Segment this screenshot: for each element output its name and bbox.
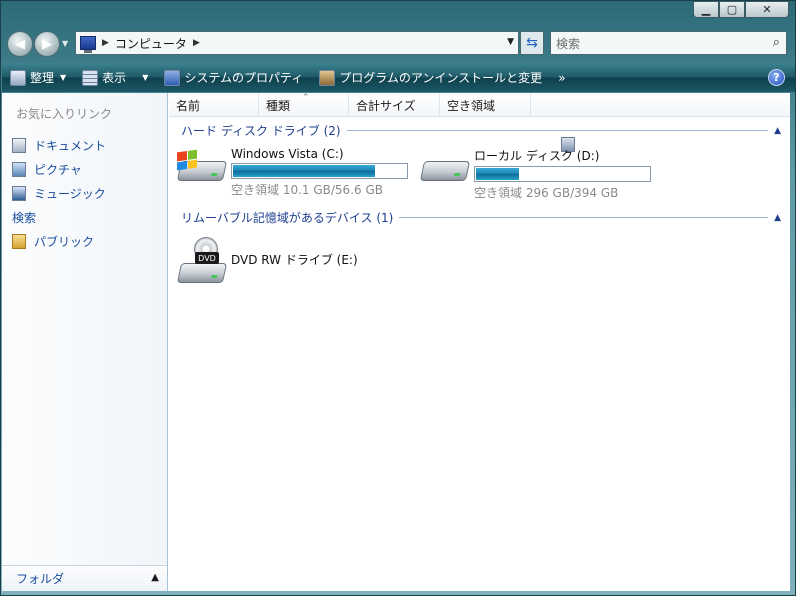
nav-item-label: 検索 [12, 210, 37, 225]
drive-usage-fill [233, 165, 375, 177]
help-button[interactable]: ? [768, 69, 785, 86]
chevron-up-icon[interactable]: ▲ [774, 126, 781, 136]
organize-label: 整理 [30, 71, 55, 85]
file-list-pane: 名前 種類 ⌃ 合計サイズ 空き領域 ハード ディスク ドライブ (2) ▲ W… [169, 93, 790, 591]
music-icon [12, 185, 26, 201]
drive-d[interactable]: ローカル ディスク (D:) 空き領域 296 GB/394 GB [419, 147, 651, 201]
dvd-label: DVD [195, 252, 219, 264]
nav-item-label: ドキュメント [34, 138, 107, 153]
documents-icon [12, 137, 26, 153]
views-button[interactable]: 表示 ▼ [74, 63, 156, 92]
drive-usage-bar [474, 166, 651, 182]
recent-pages-dropdown[interactable]: ▼ [62, 39, 71, 48]
close-button[interactable]: ✕ [745, 1, 789, 18]
chevron-up-icon[interactable]: ▲ [774, 213, 781, 223]
computer-icon [80, 36, 96, 53]
chevron-down-icon[interactable]: ▼ [507, 37, 514, 47]
group-title: リムーバブル記憶域があるデバイス (1) [181, 211, 394, 225]
chevron-right-icon[interactable]: ▶ [102, 38, 109, 48]
group-divider [346, 130, 769, 131]
sort-arrow-icon: ⌃ [302, 93, 310, 103]
help-icon: ? [773, 71, 780, 84]
drive-c[interactable]: Windows Vista (C:) 空き領域 10.1 GB/56.6 GB [176, 147, 408, 198]
content-area: お気に入りリンク ドキュメント ピクチャ ミュージック 検索 パブリック フォル… [2, 93, 790, 591]
hard-disk-icon [419, 147, 471, 183]
drive-free-space: 空き領域 296 GB/394 GB [474, 186, 619, 200]
drive-usage-fill [476, 168, 520, 180]
back-button[interactable]: ◀ [7, 31, 33, 57]
dvd-drive-icon: DVD [176, 237, 228, 285]
search-input[interactable]: 検索 ⌕ [550, 31, 787, 55]
column-header-total-size[interactable]: 合計サイズ [349, 93, 440, 117]
explorer-window: ▁ ▢ ✕ ◀ ▶ ▼ ▶ コンピュータ ▶ ▼ ⇆ 検索 ⌕ 整理 ▼ 表示 … [0, 0, 796, 596]
nav-item-music[interactable]: ミュージック [12, 181, 106, 205]
forward-arrow-icon: ▶ [42, 36, 52, 52]
forward-button[interactable]: ▶ [34, 31, 60, 57]
nav-item-documents[interactable]: ドキュメント [12, 133, 106, 157]
nav-item-searches[interactable]: 検索 [12, 137, 575, 229]
views-icon [82, 69, 99, 86]
column-header-free-space[interactable]: 空き領域 [440, 93, 531, 117]
refresh-icon: ⇆ [526, 35, 538, 51]
back-arrow-icon: ◀ [15, 36, 25, 52]
organize-button[interactable]: 整理 ▼ [2, 63, 74, 92]
drive-name: Windows Vista (C:) [231, 147, 344, 161]
pictures-icon [12, 161, 26, 177]
window-controls: ▁ ▢ ✕ [693, 1, 789, 18]
navigation-pane: お気に入りリンク ドキュメント ピクチャ ミュージック 検索 パブリック フォル… [2, 93, 575, 591]
drive-e[interactable]: DVD DVD RW ドライブ (E:) [176, 237, 358, 285]
chevron-right-icon[interactable]: ▶ [193, 38, 200, 48]
uninstall-program-button[interactable]: プログラムのアンインストールと変更 [311, 63, 550, 92]
nav-item-label: ミュージック [34, 186, 106, 201]
uninstall-program-label: プログラムのアンインストールと変更 [339, 71, 543, 85]
maximize-button[interactable]: ▢ [719, 1, 745, 18]
column-headers: 名前 種類 ⌃ 合計サイズ 空き領域 [169, 93, 790, 117]
nav-item-label: ピクチャ [34, 162, 82, 177]
nav-item-public[interactable]: パブリック [12, 229, 106, 253]
chevron-down-icon: ▼ [142, 73, 149, 82]
search-icon[interactable]: ⌕ [773, 35, 780, 50]
search-placeholder: 検索 [556, 36, 581, 51]
drive-name: ローカル ディスク (D:) [474, 149, 600, 163]
navigation-row: ◀ ▶ ▼ ▶ コンピュータ ▶ ▼ ⇆ 検索 ⌕ [1, 27, 795, 59]
favorite-links-title: お気に入りリンク [16, 107, 113, 121]
drive-name: DVD RW ドライブ (E:) [231, 253, 358, 267]
drive-free-space: 空き領域 10.1 GB/56.6 GB [231, 183, 383, 197]
programs-icon [319, 69, 336, 86]
folder-icon [12, 233, 26, 249]
group-divider [399, 217, 769, 218]
nav-item-label: パブリック [34, 234, 95, 249]
column-header-name[interactable]: 名前 [169, 93, 259, 117]
chevron-down-icon: ▼ [60, 73, 67, 82]
windows-drive-icon [176, 147, 228, 183]
system-properties-label: システムのプロパティ [184, 71, 304, 85]
breadcrumb-computer[interactable]: コンピュータ [115, 35, 187, 52]
address-bar[interactable]: ▶ コンピュータ ▶ ▼ [75, 31, 519, 55]
organize-icon [10, 69, 26, 86]
nav-item-pictures[interactable]: ピクチャ [12, 157, 106, 181]
system-properties-button[interactable]: システムのプロパティ [156, 63, 311, 92]
views-label: 表示 [102, 71, 127, 85]
command-bar: 整理 ▼ 表示 ▼ システムのプロパティ プログラムのアンインストールと変更 »… [2, 63, 795, 92]
folders-label: フォルダ [16, 572, 65, 586]
group-header-hard-disks[interactable]: ハード ディスク ドライブ (2) ▲ [181, 122, 781, 139]
minimize-button[interactable]: ▁ [693, 1, 719, 18]
group-title: ハード ディスク ドライブ (2) [181, 124, 341, 138]
favorite-links-list: ドキュメント ピクチャ ミュージック 検索 パブリック [12, 133, 575, 253]
toolbar-overflow-button[interactable]: » [550, 63, 573, 92]
group-header-removable[interactable]: リムーバブル記憶域があるデバイス (1) ▲ [181, 209, 781, 226]
refresh-button[interactable]: ⇆ [520, 31, 544, 55]
system-properties-icon [164, 69, 181, 86]
chevron-up-icon: ▲ [151, 572, 159, 583]
drive-usage-bar [231, 163, 408, 179]
folders-toggle[interactable]: フォルダ ▲ [2, 565, 167, 591]
